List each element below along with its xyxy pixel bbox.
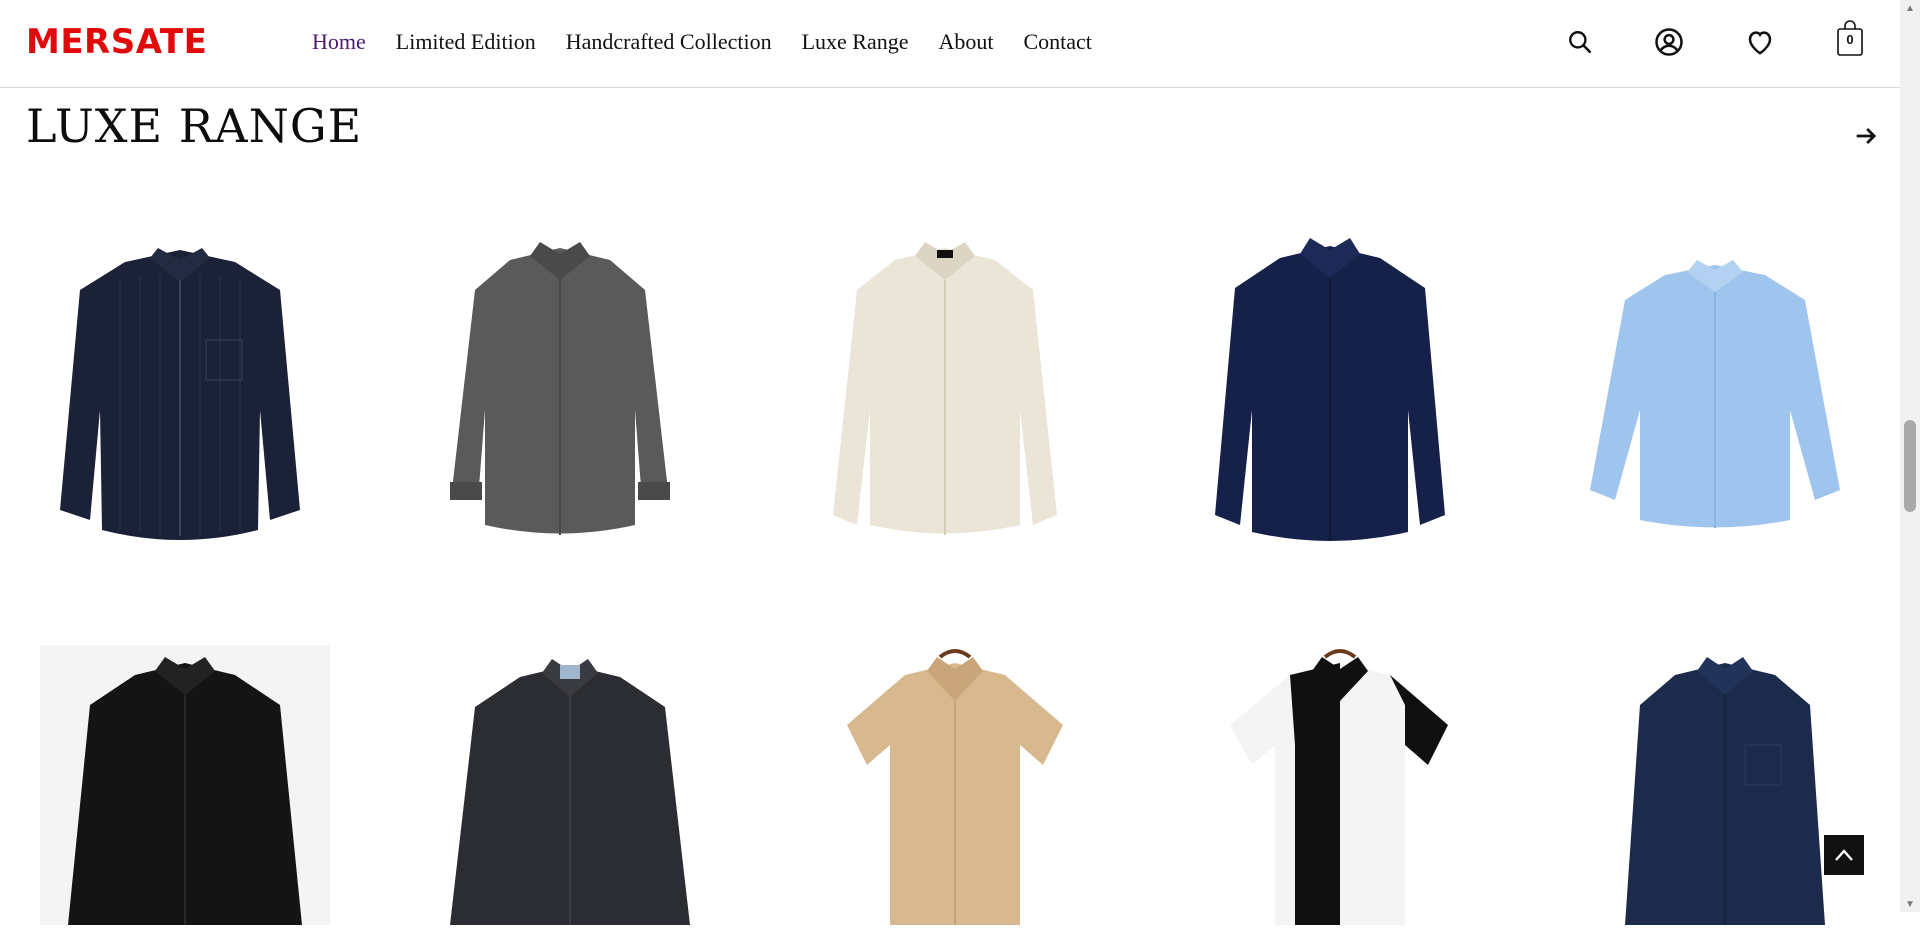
nav-home[interactable]: Home	[312, 24, 366, 60]
product-card[interactable]	[30, 220, 330, 550]
navy-pinstripe-shirt-image	[60, 248, 300, 540]
product-card[interactable]	[795, 220, 1095, 550]
nav-limited-edition[interactable]: Limited Edition	[396, 24, 536, 60]
product-card[interactable]	[410, 220, 710, 550]
nav-luxe-range[interactable]: Luxe Range	[802, 24, 909, 60]
cart-count: 0	[1846, 32, 1854, 47]
navy-pocket-shirt-image	[1625, 657, 1825, 925]
search-icon[interactable]	[1562, 24, 1598, 60]
back-to-top-button[interactable]	[1824, 835, 1864, 875]
black-white-colorblock-shirt-image	[1230, 649, 1448, 925]
black-shirt-image	[68, 657, 302, 925]
light-blue-shirt-image	[1590, 260, 1840, 528]
product-card[interactable]	[805, 645, 1105, 925]
product-card[interactable]	[40, 645, 330, 925]
tan-short-sleeve-shirt-image	[847, 649, 1063, 925]
nav-about[interactable]: About	[938, 24, 993, 60]
arrow-right-icon[interactable]	[1852, 122, 1880, 150]
product-card[interactable]	[1180, 220, 1480, 550]
beige-linen-shirt-image	[833, 242, 1057, 535]
page-scrollbar[interactable]: ▲ ▼	[1900, 0, 1920, 912]
product-card[interactable]	[1190, 645, 1490, 925]
navy-dress-shirt-image	[1215, 238, 1445, 541]
brand-logo[interactable]: MERSATE	[26, 18, 207, 66]
scrollbar-thumb[interactable]	[1904, 420, 1916, 512]
product-card[interactable]	[1565, 220, 1865, 550]
product-card[interactable]	[420, 645, 720, 925]
scroll-up-arrow[interactable]: ▲	[1900, 0, 1920, 16]
cart-button[interactable]: 0	[1836, 18, 1864, 58]
user-icon[interactable]	[1651, 24, 1687, 60]
section-title: LUXE RANGE	[26, 99, 363, 153]
chevron-up-icon	[1835, 849, 1853, 861]
charcoal-grey-shirt-image	[450, 242, 670, 535]
nav-contact[interactable]: Contact	[1023, 24, 1091, 60]
product-card[interactable]	[1575, 645, 1875, 925]
main-nav: Home Limited Edition Handcrafted Collect…	[312, 24, 1122, 60]
charcoal-button-down-shirt-image	[450, 659, 690, 925]
heart-icon[interactable]	[1742, 24, 1778, 60]
nav-handcrafted-collection[interactable]: Handcrafted Collection	[566, 24, 772, 60]
scroll-down-arrow[interactable]: ▼	[1900, 896, 1920, 912]
site-header: MERSATE Home Limited Edition Handcrafted…	[0, 0, 1900, 88]
product-grid	[0, 200, 1900, 925]
